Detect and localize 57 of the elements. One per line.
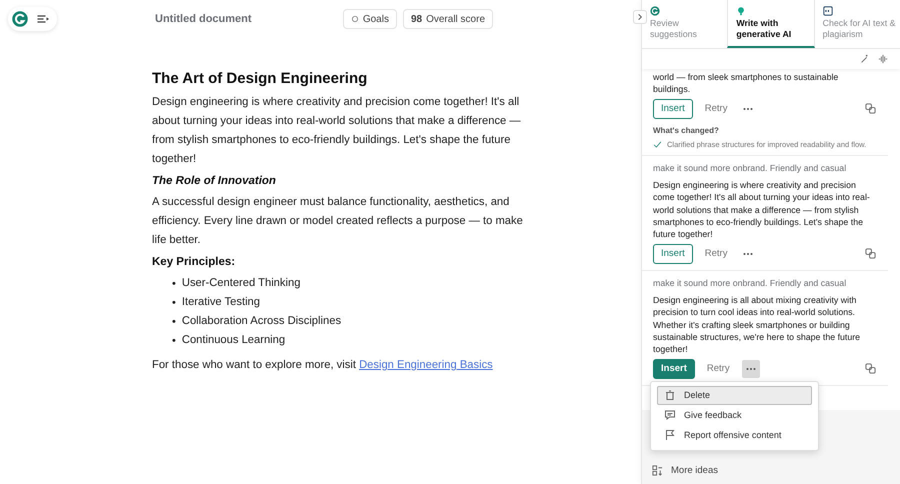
paragraph: For those who want to explore more, visit Design Engineering Basics — [152, 358, 494, 373]
panel-tab[interactable]: Review suggestions — [642, 0, 728, 48]
goals-button[interactable]: Goals — [342, 9, 397, 29]
copy-icon — [865, 248, 876, 260]
prompt-text: make it sound more onbrand. Friendly and casual — [653, 278, 848, 288]
list-item: Iterative Testing — [182, 295, 260, 310]
link[interactable]: Design Engineering Basics — [359, 359, 493, 371]
list-item: Collaboration Across Disciplines — [182, 314, 342, 329]
panel-tab[interactable]: Check for AI text & plagiarism — [814, 0, 900, 48]
logo-icon — [650, 6, 660, 16]
panel-tab[interactable]: Write with generative AI — [727, 0, 815, 48]
paragraph: Design engineering is where creativity and precision come together! It's all about turning your ideas into real-world solutions that make a difference — from stylish smartphones to eco-friendly buildings. Let's shape the future together! — [152, 95, 522, 167]
list-item: User-Centered Thinking — [182, 276, 300, 291]
check-icon — [653, 140, 662, 149]
chevron-right-icon — [636, 13, 644, 21]
section-heading: Key Principles: — [152, 256, 236, 268]
document-title: Untitled document — [155, 13, 253, 25]
sparkle-icon — [860, 54, 870, 64]
bulb-icon — [736, 6, 746, 16]
insert-button[interactable]: Insert — [653, 244, 693, 264]
logo-icon — [12, 11, 28, 27]
more-icon — [743, 252, 754, 256]
retry-button[interactable]: Retry — [700, 103, 732, 114]
more-button[interactable] — [742, 360, 760, 378]
suggestion-text: world — from sleek smartphones to sustainable buildings. — [653, 71, 840, 96]
retry-button[interactable]: Retry — [702, 363, 734, 374]
copy-icon — [865, 363, 876, 374]
paragraph: A successful design engineer must balance functionality, aesthetics, and efficiency. Every line drawn or model created reflects a purpose — to make life better. — [152, 195, 524, 248]
insert-button[interactable]: Insert — [653, 358, 695, 379]
more-icon — [746, 366, 756, 371]
bullet: • — [172, 314, 176, 328]
ideas-icon — [652, 465, 663, 476]
changes-title: What's changed? — [653, 126, 720, 135]
retry-button[interactable]: Retry — [700, 248, 732, 260]
menu-icon — [36, 13, 49, 25]
document-heading: The Art of Design Engineering — [152, 70, 368, 87]
more-ideas-button[interactable]: More ideas — [652, 465, 718, 476]
more-icon — [743, 106, 754, 111]
insert-button[interactable]: Insert — [653, 98, 693, 119]
suggestion-text: Design engineering is all about mixing creativity with precision to turn cool ideas into real-world solutions. Whether it's crafting sleek smartphones or building sustainable structures, we're here to shape the future together! — [653, 294, 862, 356]
prompt-text: make it sound more onbrand. Friendly and casual — [653, 162, 848, 173]
collapse-button[interactable] — [633, 10, 647, 24]
suggestion-text: Design engineering is where creativity and precision come together! It's all about turning your ideas into real-world solutions that make a difference — from stylish smartphones to eco-friendly buildings. Let's shape the future together! — [653, 178, 871, 241]
subheading: The Role of Innovation — [152, 175, 277, 187]
comment-icon — [664, 409, 676, 422]
menu-item[interactable]: Report offensive content — [657, 426, 812, 445]
trash-icon — [664, 389, 676, 402]
bullet: • — [172, 296, 176, 310]
flag-icon — [664, 429, 676, 442]
list-item: Continuous Learning — [182, 333, 286, 348]
score-button[interactable]: 98 Overall score — [402, 9, 493, 29]
bullet: • — [172, 276, 176, 290]
copy-icon — [865, 103, 876, 114]
bullet: • — [172, 334, 176, 348]
menu-item[interactable]: Give feedback — [657, 406, 812, 425]
menu-item[interactable]: Delete — [657, 386, 812, 405]
waveform-icon — [878, 54, 888, 64]
